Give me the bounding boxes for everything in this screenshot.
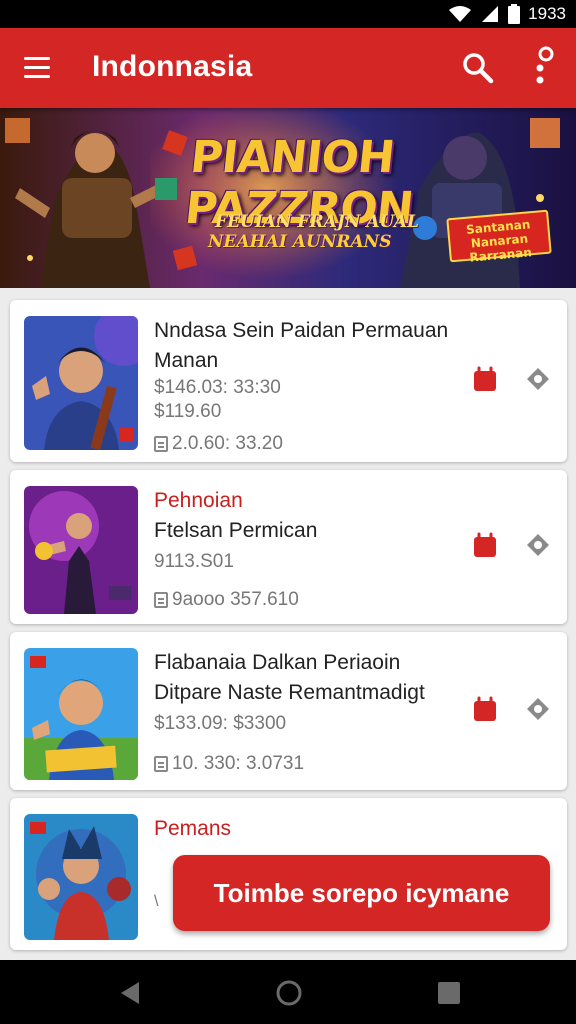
menu-button[interactable] bbox=[22, 54, 54, 82]
promo-banner[interactable]: PIANIOH PAZZRON FEUIAN FRAJN AUAL NEAHAI… bbox=[0, 108, 576, 288]
signal-icon bbox=[482, 6, 499, 22]
battery-icon bbox=[508, 4, 521, 24]
item-meta: 10. 330: 3.0731 bbox=[154, 752, 464, 776]
wifi-icon bbox=[449, 6, 472, 22]
game-thumbnail bbox=[24, 486, 138, 614]
status-time: 1933 bbox=[528, 4, 566, 23]
shopping-bag-icon[interactable] bbox=[472, 530, 498, 558]
item-title: Nndasa Sein Paidan Permauan bbox=[154, 319, 449, 342]
list-item[interactable]: Flabanaia Dalkan Periaoin Ditpare Naste … bbox=[10, 632, 567, 790]
app-bar: Indonnasia bbox=[0, 28, 576, 108]
banner-subtitle-1: FEUIAN FRAJN AUAL bbox=[215, 212, 419, 232]
item-subtitle: Ditpare Naste Remantmadigt bbox=[154, 681, 425, 704]
list-item[interactable]: Pehnoian Ftelsan Permican 9113.S01 9aooo… bbox=[10, 470, 567, 624]
game-thumbnail bbox=[24, 316, 138, 450]
menu-icon bbox=[24, 57, 50, 78]
document-icon bbox=[154, 756, 168, 772]
app-title: Indonnasia bbox=[92, 50, 253, 83]
item-price: $133.09: $3300 bbox=[154, 713, 287, 734]
document-icon bbox=[154, 592, 168, 608]
item-title: Pemans bbox=[154, 817, 232, 840]
search-button[interactable] bbox=[460, 50, 496, 86]
shopping-bag-icon[interactable] bbox=[472, 364, 498, 392]
back-icon[interactable] bbox=[115, 978, 145, 1008]
more-icon bbox=[536, 46, 554, 84]
item-title: Pehnoian bbox=[154, 489, 243, 512]
recents-icon[interactable] bbox=[434, 978, 464, 1008]
search-icon bbox=[463, 53, 494, 84]
document-icon bbox=[154, 436, 168, 452]
item-meta: 9aooo 357.610 bbox=[154, 588, 464, 612]
item-meta-text: 2.0.60: 33.20 bbox=[172, 433, 283, 454]
list-item[interactable]: Nndasa Sein Paidan Permauan Manan $146.0… bbox=[10, 300, 567, 462]
item-price: $146.03: 33:30 bbox=[154, 377, 281, 398]
pin-icon[interactable] bbox=[525, 532, 551, 558]
banner-badge: Santanan Nanaran Rarranan bbox=[446, 209, 552, 265]
item-subtitle: Ftelsan Permican bbox=[154, 519, 318, 542]
home-icon[interactable] bbox=[274, 978, 304, 1008]
pin-icon[interactable] bbox=[525, 696, 551, 722]
shopping-bag-icon[interactable] bbox=[472, 694, 498, 722]
banner-subtitle-2: NEAHAI AUNRANS bbox=[208, 232, 392, 252]
game-thumbnail bbox=[24, 814, 138, 940]
game-thumbnail bbox=[24, 648, 138, 780]
item-meta: 2.0.60: 33.20 bbox=[154, 432, 464, 456]
item-subtitle: Manan bbox=[154, 349, 219, 372]
item-meta-text: 9aooo 357.610 bbox=[172, 589, 299, 610]
status-bar: 1933 bbox=[0, 0, 576, 28]
cta-button[interactable]: Toimbe sorepo icymane bbox=[173, 855, 550, 931]
item-meta-text: 10. 330: 3.0731 bbox=[172, 753, 305, 774]
system-nav-bar bbox=[0, 960, 576, 1024]
pin-icon[interactable] bbox=[525, 366, 551, 392]
item-price: 9113.S01 bbox=[154, 551, 234, 572]
item-price-secondary: $119.60 bbox=[154, 401, 222, 422]
more-button[interactable] bbox=[528, 46, 558, 90]
item-title: Flabanaia Dalkan Periaoin bbox=[154, 651, 401, 674]
